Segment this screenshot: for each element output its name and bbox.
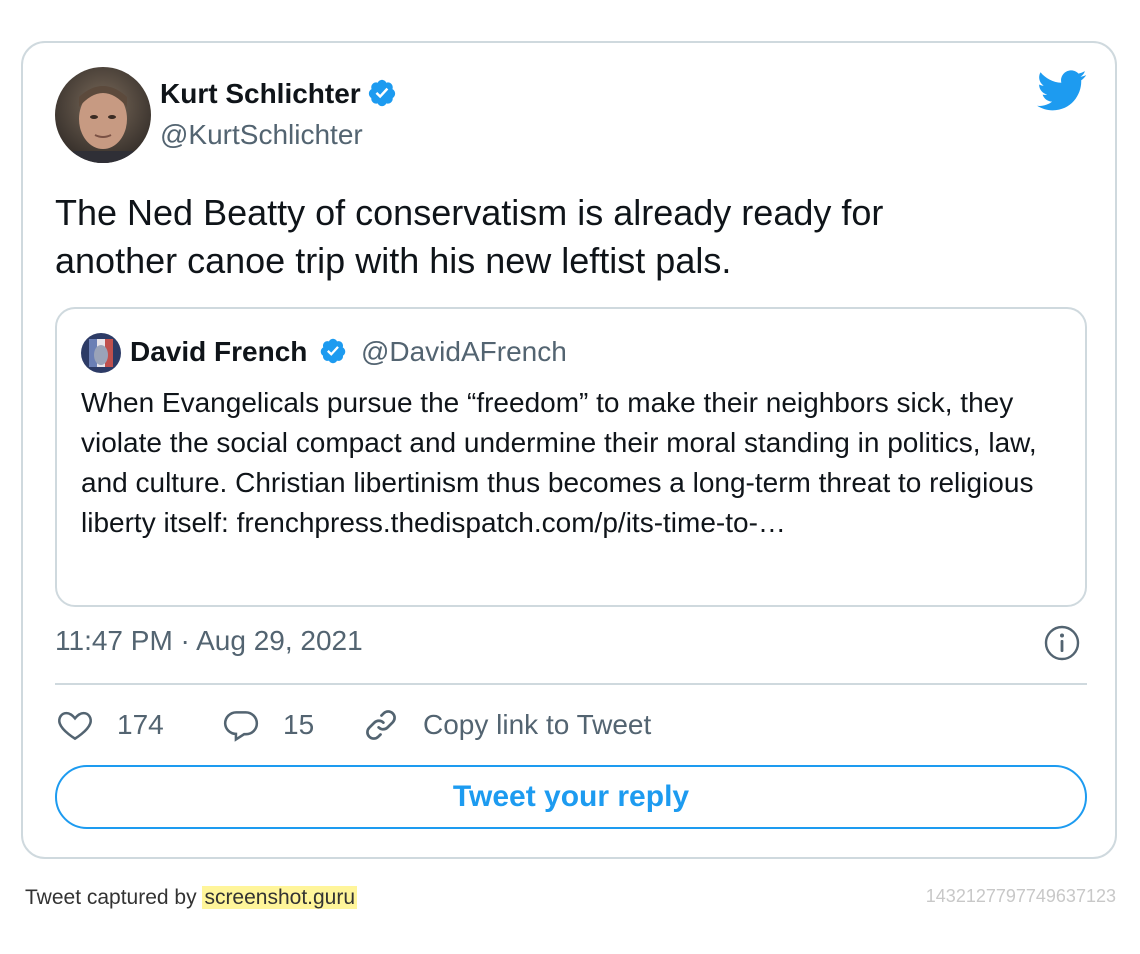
copy-link-button[interactable]: Copy link to Tweet — [361, 703, 651, 747]
link-icon — [366, 710, 396, 740]
tweet-your-reply-button[interactable]: Tweet your reply — [55, 765, 1087, 829]
verified-badge-icon — [319, 337, 347, 372]
quoted-tweet[interactable]: David French @DavidAFrench When Evangeli… — [55, 307, 1087, 607]
quoted-author-avatar[interactable] — [81, 333, 121, 373]
author-avatar[interactable] — [55, 67, 151, 163]
quoted-author-name[interactable]: David French — [130, 336, 307, 367]
divider — [55, 683, 1087, 685]
capture-credit: Tweet captured by screenshot.guru — [25, 886, 358, 910]
info-icon[interactable] — [1043, 624, 1081, 662]
like-button[interactable]: 174 — [55, 703, 164, 747]
copy-link-label: Copy link to Tweet — [423, 709, 652, 740]
reply-count-button[interactable]: 15 — [221, 703, 314, 747]
speech-bubble-icon — [223, 711, 259, 742]
quoted-author-handle[interactable]: @DavidAFrench — [361, 336, 567, 367]
quoted-tweet-text: When Evangelicals pursue the “freedom” t… — [81, 387, 1037, 538]
tweet-text: The Ned Beatty of conservatism is alread… — [55, 192, 884, 281]
tweet-timestamp[interactable]: 11:47 PM · Aug 29, 2021 — [55, 625, 363, 657]
tweet-card: Kurt Schlichter @KurtSchlichter The Ned … — [21, 41, 1117, 859]
like-count: 174 — [117, 709, 164, 740]
author-handle[interactable]: @KurtSchlichter — [160, 119, 363, 151]
tweet-id: 1432127797749637123 — [925, 886, 1116, 906]
heart-icon — [58, 711, 92, 741]
quoted-header: David French @DavidAFrench — [130, 336, 567, 372]
twitter-bird-icon[interactable] — [1037, 69, 1087, 113]
author-name-row[interactable]: Kurt Schlichter — [160, 78, 397, 115]
capture-credit-prefix: Tweet captured by — [25, 886, 203, 909]
verified-badge-icon — [367, 78, 397, 115]
capture-credit-brand-link[interactable]: screenshot.guru — [202, 886, 358, 909]
quoted-author-avatar-image — [81, 333, 121, 373]
author-name[interactable]: Kurt Schlichter — [160, 78, 361, 109]
reply-count: 15 — [283, 709, 315, 740]
author-avatar-image — [55, 67, 151, 163]
